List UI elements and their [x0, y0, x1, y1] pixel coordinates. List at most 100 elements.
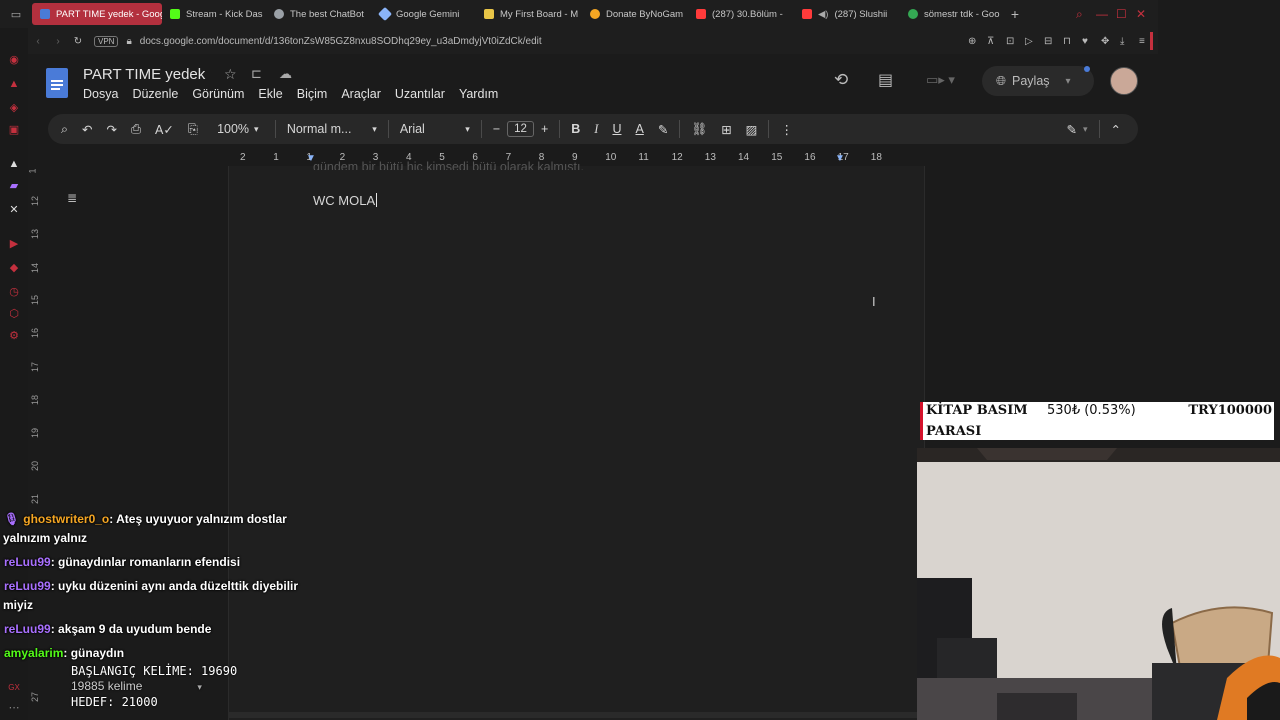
menu-duzenle[interactable]: Düzenle — [132, 87, 178, 101]
star-icon[interactable]: ☆ — [224, 66, 237, 83]
speaker-icon[interactable]: ◀) — [818, 9, 828, 20]
menu-icon[interactable]: ≡ — [1139, 36, 1158, 47]
player-icon[interactable]: ▷ — [1025, 36, 1044, 47]
wallet-icon[interactable]: ⊟ — [1044, 36, 1063, 47]
zoom-icon[interactable]: ⊕ — [968, 36, 987, 47]
docs-header: PART TIME yedek ☆ ⊏ ☁ Dosya Düzenle Görü… — [28, 54, 1158, 110]
new-tab-button[interactable]: + — [1004, 6, 1026, 22]
menu-bicim[interactable]: Biçim — [297, 87, 328, 101]
share-button[interactable]: 🌐︎ Paylaş ▾ — [982, 66, 1094, 96]
history-icon[interactable]: ◷ — [8, 286, 20, 298]
minimize-icon[interactable]: — — [1096, 7, 1116, 21]
chat-username[interactable]: reLuu99 — [4, 555, 51, 569]
tab-donate[interactable]: Donate ByNoGam — [582, 3, 688, 25]
increase-font-size-icon[interactable]: + — [534, 114, 555, 144]
menu-gorunum[interactable]: Görünüm — [192, 87, 244, 101]
move-folder-icon[interactable]: ⊏ — [251, 66, 262, 82]
comments-icon[interactable]: ▤ — [878, 70, 893, 90]
highlight-icon[interactable]: ✎ — [651, 114, 675, 144]
pin-icon[interactable]: ⊼ — [987, 36, 1006, 47]
docs-logo-icon[interactable] — [46, 68, 68, 98]
document-page[interactable]: gündem bir bütü hiç kimsedi bütü olarak … — [228, 160, 925, 720]
chat-username[interactable]: ghostwriter0_o — [23, 512, 109, 526]
url-field[interactable]: docs.google.com/document/d/136tonZsW85GZ… — [140, 36, 542, 47]
music-icon[interactable]: ▣ — [8, 124, 20, 136]
more-options-icon[interactable]: ⋮ — [773, 114, 800, 144]
search-tabs-icon[interactable]: ⌕ — [1076, 7, 1096, 22]
chat-username[interactable]: amyalarim — [4, 646, 63, 660]
right-indent-marker[interactable]: ▼ — [835, 153, 845, 164]
ai-icon[interactable]: ▲ — [8, 158, 20, 170]
tab-chatbot[interactable]: The best ChatBot — [266, 3, 372, 25]
player-icon[interactable]: ▶ — [8, 238, 20, 250]
more-icon[interactable]: ⋯ — [8, 702, 20, 714]
lock-icon[interactable]: 🔒︎ — [126, 36, 131, 47]
tab-kick[interactable]: Stream - Kick Das — [162, 3, 266, 25]
download-icon[interactable]: ⤓ — [1120, 36, 1139, 47]
horizontal-scrollbar[interactable] — [228, 712, 917, 718]
decrease-font-size-icon[interactable]: − — [486, 114, 507, 144]
forward-icon[interactable]: › — [48, 36, 68, 47]
menu-yardim[interactable]: Yardım — [459, 87, 498, 101]
scrollbar[interactable] — [1156, 166, 1170, 406]
menu-araclar[interactable]: Araçlar — [341, 87, 381, 101]
cloud-status-icon[interactable]: ☁ — [279, 66, 292, 82]
document-outline-icon[interactable]: ≣ — [67, 191, 77, 205]
aria-icon[interactable]: ▲ — [8, 78, 20, 90]
current-word-count[interactable]: 19885 kelime ▾ — [71, 679, 237, 695]
editing-mode-icon[interactable]: ✎ ▾ — [1060, 114, 1095, 144]
version-history-icon[interactable]: ⟲ — [834, 70, 848, 90]
meet-icon[interactable]: ▭▸ ▾ — [926, 72, 955, 88]
x-icon[interactable]: ✕ — [8, 204, 20, 216]
text-color-icon[interactable]: A — [628, 114, 650, 144]
instagram-icon[interactable]: ◈ — [8, 102, 20, 114]
menu-uzantilar[interactable]: Uzantılar — [395, 87, 445, 101]
search-menus-icon[interactable]: ⌕ — [54, 114, 75, 144]
avatar[interactable] — [1110, 67, 1138, 95]
tab-gemini[interactable]: Google Gemini — [372, 3, 476, 25]
collapse-toolbar-icon[interactable]: ⌃ — [1104, 114, 1128, 144]
vpn-badge[interactable]: VPN — [94, 35, 119, 47]
back-icon[interactable]: ‹ — [28, 36, 48, 47]
menu-ekle[interactable]: Ekle — [258, 87, 282, 101]
tab-switcher-icon[interactable]: ▭ — [0, 0, 32, 28]
extensions-icon[interactable]: ⬡ — [8, 308, 20, 320]
tab-board[interactable]: My First Board - M — [476, 3, 582, 25]
tab-youtube-1[interactable]: (287) 30.Bölüm - — [688, 3, 794, 25]
redo-icon[interactable]: ↷ — [100, 114, 124, 144]
chat-username[interactable]: reLuu99 — [4, 579, 51, 593]
doc-title[interactable]: PART TIME yedek — [83, 66, 205, 83]
body-text[interactable]: WC MOLA — [313, 193, 378, 208]
settings-icon[interactable]: ⚙ — [8, 330, 20, 342]
pinboard-icon[interactable]: ◆ — [8, 262, 20, 274]
twitch-icon[interactable]: ▰ — [8, 180, 20, 192]
snapshot-icon[interactable]: ⊡ — [1006, 36, 1025, 47]
italic-icon[interactable]: I — [587, 114, 605, 144]
tab-youtube-2[interactable]: ◀) (287) Slushii — [794, 3, 900, 25]
close-window-icon[interactable]: ✕ — [1136, 7, 1158, 21]
tab-google[interactable]: sömestr tdk - Goo — [900, 3, 1004, 25]
underline-icon[interactable]: U — [605, 114, 628, 144]
heart-icon[interactable]: ♥ — [1082, 36, 1101, 47]
zoom-select[interactable]: 100% ▾ — [205, 114, 271, 144]
reload-icon[interactable]: ↻ — [68, 36, 88, 47]
link-icon[interactable]: ⛓ — [684, 114, 714, 144]
font-select[interactable]: Arial ▾ — [393, 114, 477, 144]
spellcheck-icon[interactable]: A✓ — [148, 114, 181, 144]
maximize-icon[interactable]: ☐ — [1116, 7, 1136, 21]
undo-icon[interactable]: ↶ — [75, 114, 99, 144]
bold-icon[interactable]: B — [564, 114, 587, 144]
tab-docs[interactable]: PART TIME yedek - Goog — [32, 3, 162, 25]
chat-username[interactable]: reLuu99 — [4, 622, 51, 636]
insert-image-icon[interactable]: ▨ — [739, 114, 765, 144]
extension-icon[interactable]: ✥ — [1101, 36, 1120, 47]
print-icon[interactable]: ⎙ — [124, 114, 148, 144]
style-select[interactable]: Normal m... ▾ — [280, 114, 384, 144]
messenger-icon[interactable]: ◉ — [8, 54, 20, 66]
font-size-input[interactable]: 12 — [507, 114, 534, 144]
gx-icon[interactable]: GX — [8, 682, 20, 694]
add-comment-icon[interactable]: ⊞ — [714, 114, 738, 144]
menu-dosya[interactable]: Dosya — [83, 87, 118, 101]
paint-format-icon[interactable]: ⎘ — [181, 114, 205, 144]
lock-tab-icon[interactable]: ⊓ — [1063, 36, 1082, 47]
